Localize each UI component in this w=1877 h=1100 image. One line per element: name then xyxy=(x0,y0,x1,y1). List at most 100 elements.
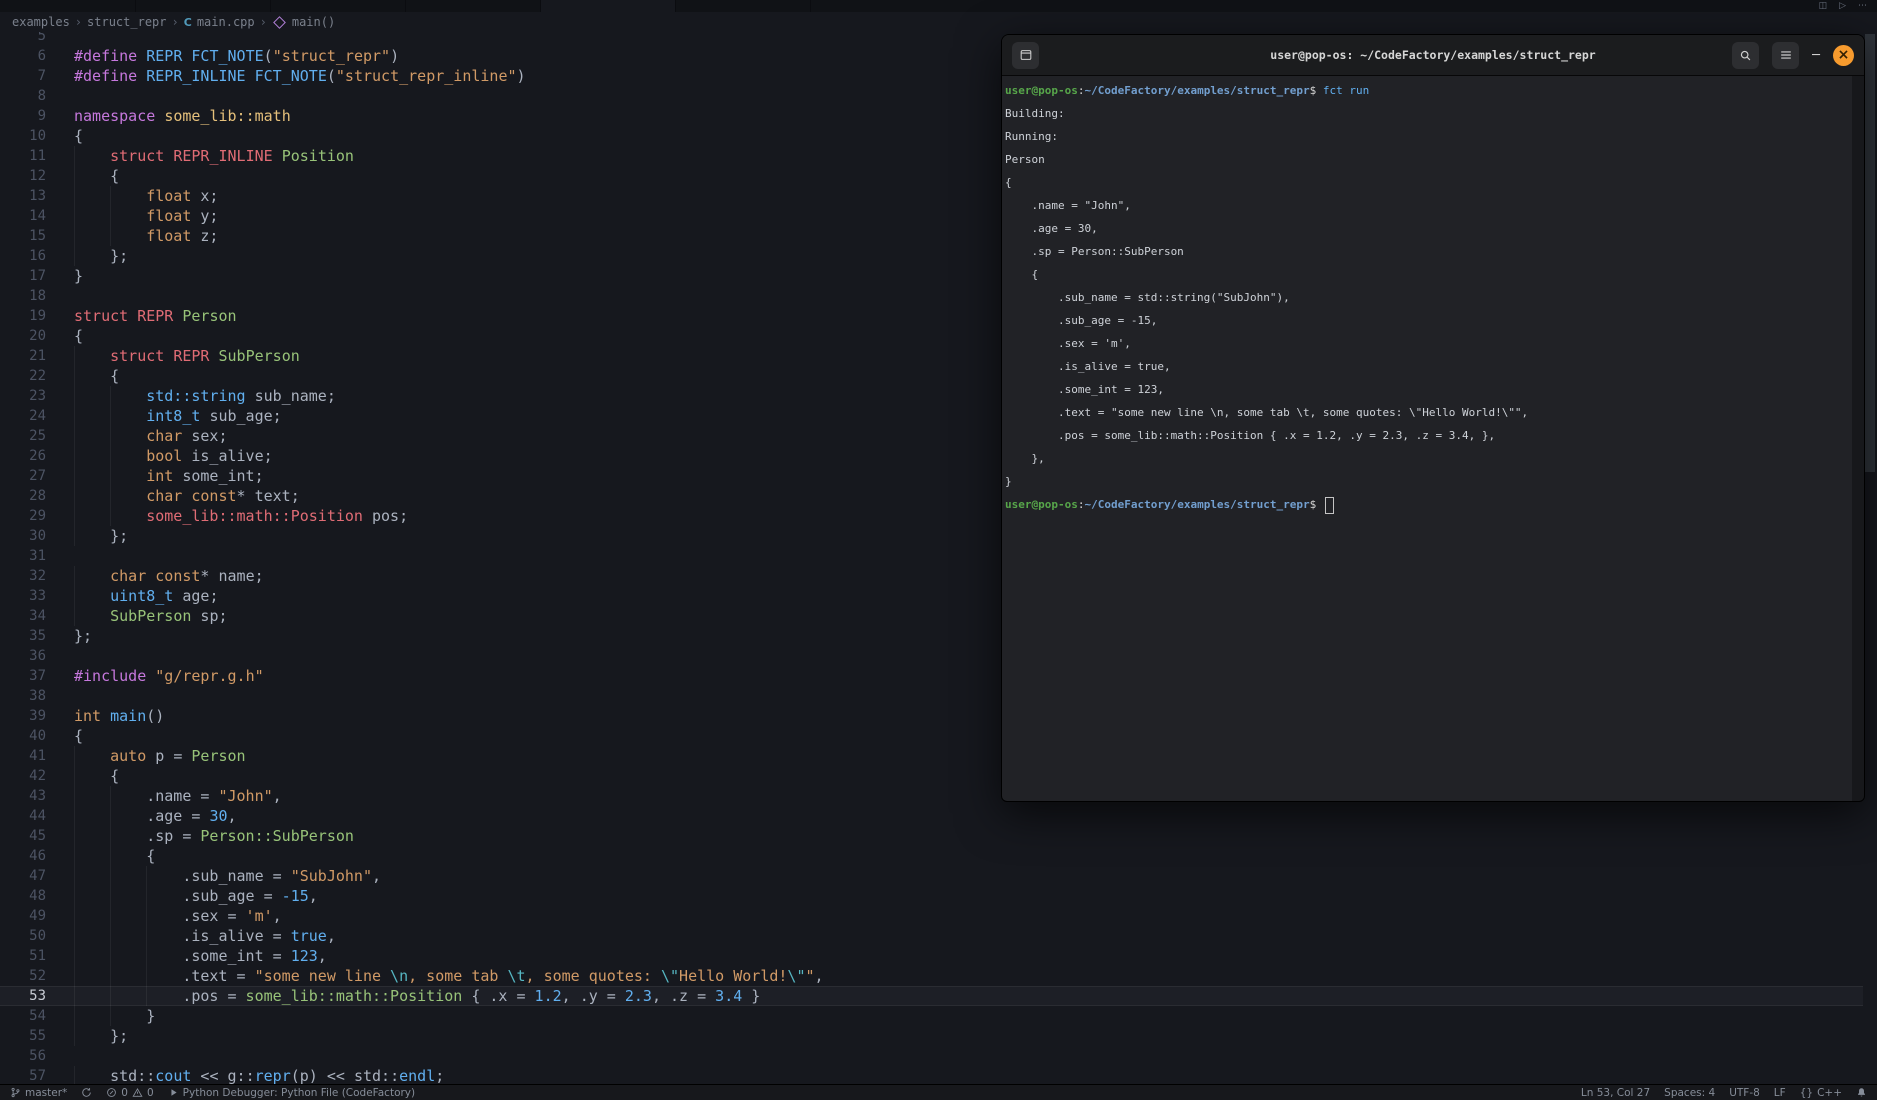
line-number[interactable]: 48 xyxy=(0,886,46,906)
debug-config[interactable]: Python Debugger: Python File (CodeFactor… xyxy=(168,1087,415,1099)
code-line[interactable]: 52 .text = "some new line \n, some tab \t… xyxy=(0,966,1863,986)
line-number[interactable]: 6 xyxy=(0,46,46,66)
breadcrumb-item-struct-repr[interactable]: struct_repr xyxy=(87,15,166,29)
line-number[interactable]: 39 xyxy=(0,706,46,726)
new-tab-button[interactable] xyxy=(1012,41,1039,69)
line-number[interactable]: 24 xyxy=(0,406,46,426)
line-number[interactable]: 12 xyxy=(0,166,46,186)
code-line[interactable]: 46 { xyxy=(0,846,1863,866)
terminal-titlebar[interactable]: user@pop-os: ~/CodeFactory/examples/stru… xyxy=(1002,35,1864,76)
line-number[interactable]: 20 xyxy=(0,326,46,346)
line-number[interactable]: 8 xyxy=(0,86,46,106)
line-number[interactable]: 56 xyxy=(0,1046,46,1066)
line-number[interactable]: 11 xyxy=(0,146,46,166)
editor-scrollbar[interactable] xyxy=(1863,32,1877,1085)
line-number[interactable]: 35 xyxy=(0,626,46,646)
minimize-button[interactable]: ─ xyxy=(1812,48,1820,63)
scrollbar-thumb[interactable] xyxy=(1865,34,1875,472)
line-number[interactable]: 5 xyxy=(0,32,46,46)
code-line[interactable]: 44 .age = 30, xyxy=(0,806,1863,826)
line-number[interactable]: 41 xyxy=(0,746,46,766)
line-number[interactable]: 26 xyxy=(0,446,46,466)
terminal-body[interactable]: user@pop-os:~/CodeFactory/examples/struc… xyxy=(1002,76,1852,801)
problems[interactable]: 0 0 xyxy=(106,1087,154,1099)
line-number[interactable]: 33 xyxy=(0,586,46,606)
more-actions-icon[interactable]: ⋯ xyxy=(1858,1,1867,11)
code-line[interactable]: 56 xyxy=(0,1046,1863,1066)
line-number[interactable]: 22 xyxy=(0,366,46,386)
line-number[interactable]: 7 xyxy=(0,66,46,86)
terminal-scrollbar[interactable] xyxy=(1852,76,1864,801)
line-number[interactable]: 37 xyxy=(0,666,46,686)
line-number[interactable]: 28 xyxy=(0,486,46,506)
code-line[interactable]: 57 std::cout << g::repr(p) << std::endl; xyxy=(0,1066,1863,1085)
line-number[interactable]: 49 xyxy=(0,906,46,926)
code-line[interactable]: 51 .some_int = 123, xyxy=(0,946,1863,966)
line-number[interactable]: 51 xyxy=(0,946,46,966)
language-mode[interactable]: {} C++ xyxy=(1800,1087,1842,1099)
close-button[interactable]: × xyxy=(1833,44,1854,66)
code-line[interactable]: 47 .sub_name = "SubJohn", xyxy=(0,866,1863,886)
encoding[interactable]: UTF-8 xyxy=(1729,1087,1760,1099)
line-number[interactable]: 55 xyxy=(0,1026,46,1046)
line-number[interactable]: 16 xyxy=(0,246,46,266)
line-number[interactable]: 9 xyxy=(0,106,46,126)
indentation[interactable]: Spaces: 4 xyxy=(1664,1087,1715,1099)
line-number[interactable]: 25 xyxy=(0,426,46,446)
line-number[interactable]: 43 xyxy=(0,786,46,806)
menu-button[interactable] xyxy=(1772,41,1800,69)
line-number[interactable]: 34 xyxy=(0,606,46,626)
line-number[interactable]: 21 xyxy=(0,346,46,366)
sync-button[interactable] xyxy=(81,1087,92,1098)
breadcrumb-item-main-fn[interactable]: main() xyxy=(292,15,335,29)
line-number[interactable]: 14 xyxy=(0,206,46,226)
terminal-line: .sub_age = -15, xyxy=(1005,314,1158,327)
line-number[interactable]: 45 xyxy=(0,826,46,846)
indent-guide xyxy=(74,346,110,366)
line-number[interactable]: 44 xyxy=(0,806,46,826)
breadcrumb-item-main-cpp[interactable]: main.cpp xyxy=(197,15,255,29)
code-line[interactable]: 53 .pos = some_lib::math::Position { .x =… xyxy=(0,986,1863,1006)
line-number[interactable]: 18 xyxy=(0,286,46,306)
run-icon[interactable]: ▷ xyxy=(1839,1,1846,11)
git-branch[interactable]: master* xyxy=(10,1087,67,1099)
search-button[interactable] xyxy=(1732,41,1760,69)
code-line[interactable]: 45 .sp = Person::SubPerson xyxy=(0,826,1863,846)
line-number[interactable]: 13 xyxy=(0,186,46,206)
line-number[interactable]: 50 xyxy=(0,926,46,946)
code-line[interactable]: 48 .sub_age = -15, xyxy=(0,886,1863,906)
breadcrumb-item-examples[interactable]: examples xyxy=(12,15,70,29)
line-number[interactable]: 29 xyxy=(0,506,46,526)
line-content: } xyxy=(74,1006,155,1026)
line-number[interactable]: 57 xyxy=(0,1066,46,1085)
notifications-bell[interactable] xyxy=(1856,1087,1867,1098)
code-line[interactable]: 55}; xyxy=(0,1026,1863,1046)
indent-guide xyxy=(74,806,110,826)
line-number[interactable]: 46 xyxy=(0,846,46,866)
cursor-position[interactable]: Ln 53, Col 27 xyxy=(1581,1087,1650,1099)
line-number[interactable]: 19 xyxy=(0,306,46,326)
line-number[interactable]: 38 xyxy=(0,686,46,706)
code-line[interactable]: 50 .is_alive = true, xyxy=(0,926,1863,946)
line-number[interactable]: 17 xyxy=(0,266,46,286)
eol[interactable]: LF xyxy=(1774,1087,1786,1099)
line-number[interactable]: 40 xyxy=(0,726,46,746)
code-line[interactable]: 49 .sex = 'm', xyxy=(0,906,1863,926)
line-content: { xyxy=(74,727,84,745)
line-number[interactable]: 47 xyxy=(0,866,46,886)
line-number[interactable]: 27 xyxy=(0,466,46,486)
line-number[interactable]: 53 xyxy=(0,986,46,1006)
line-number[interactable]: 36 xyxy=(0,646,46,666)
split-editor-icon[interactable]: ◫ xyxy=(1819,1,1828,11)
line-number[interactable]: 15 xyxy=(0,226,46,246)
line-number[interactable]: 52 xyxy=(0,966,46,986)
line-number[interactable]: 32 xyxy=(0,566,46,586)
line-number[interactable]: 10 xyxy=(0,126,46,146)
line-number[interactable]: 31 xyxy=(0,546,46,566)
line-number[interactable]: 54 xyxy=(0,1006,46,1026)
code-line[interactable]: 54} xyxy=(0,1006,1863,1026)
line-number[interactable]: 42 xyxy=(0,766,46,786)
active-tab[interactable] xyxy=(540,0,675,12)
line-number[interactable]: 23 xyxy=(0,386,46,406)
line-number[interactable]: 30 xyxy=(0,526,46,546)
